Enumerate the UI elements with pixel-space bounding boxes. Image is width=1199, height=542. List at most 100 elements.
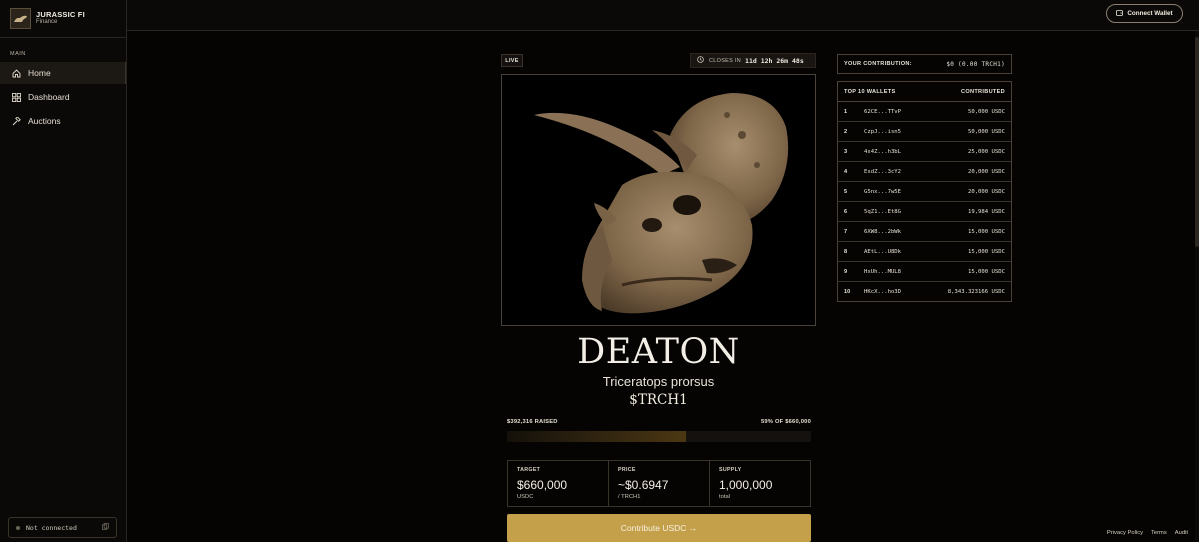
wallet-amount: 19,984 USDC [967,208,1005,215]
copy-icon[interactable] [102,523,109,532]
terms-link[interactable]: Terms [1151,530,1167,536]
species-name: Triceratops prorsus [602,374,715,389]
wallet-address: HxUh...MUL8 [864,268,902,275]
footer-links: Privacy Policy Terms Audit [1107,530,1188,536]
auction-stats: TARGET $660,000 USDC PRICE ~$0.6947 / TR… [507,460,811,507]
sidebar: JURASSIC FI Finance MAIN Home Dashboard … [0,0,127,542]
progress-percent: 59% OF $660,000 [760,419,811,425]
table-row: 7 6XW8...2bWk 15,000 USDC [838,222,1011,242]
wallet-address: 5qZ1...Et8G [864,208,902,215]
stat-value: ~$0.6947 [618,478,669,492]
stat-price: PRICE ~$0.6947 / TRCH1 [609,461,710,506]
wallet-amount: 20,000 USDC [967,188,1005,195]
stat-supply: SUPPLY 1,000,000 total [710,461,810,506]
dashboard-icon [11,92,21,102]
wallet-address: G5nx...7w5E [864,188,902,195]
wallet-amount: 20,000 USDC [967,168,1005,175]
table-row: 6 5qZ1...Et8G 19,984 USDC [838,202,1011,222]
privacy-policy-link[interactable]: Privacy Policy [1107,530,1143,536]
stat-label: SUPPLY [719,467,742,473]
token-ticker: $TRCH1 [629,392,688,408]
wallet-address: EsdZ...3cY2 [864,168,902,175]
wallet-amount: 50,000 USDC [967,108,1005,115]
sidebar-item-auctions[interactable]: Auctions [0,110,126,132]
triceratops-skull-image [534,93,789,314]
stat-unit: / TRCH1 [618,494,641,500]
raise-info: $392,316 RAISED 59% OF $660,000 [507,419,811,425]
sidebar-item-label: Dashboard [28,92,70,102]
connect-wallet-label: Connect Wallet [1127,10,1173,17]
wallet-amount: 15,000 USDC [967,248,1005,255]
wallet-rank: 1 [844,108,848,115]
home-icon [11,68,21,78]
wallet-amount: 50,000 USDC [967,128,1005,135]
wallet-address: 62CE...TTvP [864,108,902,115]
stat-value: $660,000 [517,478,568,492]
stat-value: 1,000,000 [719,478,773,492]
wallet-amount: 15,000 USDC [967,228,1005,235]
wallet-amount: 8,343.323166 USDC [947,289,1005,295]
wallet-amount: 25,000 USDC [967,148,1005,155]
wallet-amount: 15,000 USDC [967,268,1005,275]
wallet-rank: 9 [844,268,848,275]
contribute-button[interactable]: Contribute USDC → [507,514,811,542]
table-header: TOP 10 WALLETS CONTRIBUTED [838,82,1011,102]
auctions-icon [11,116,21,126]
wallet-rank: 3 [844,148,848,155]
table-row: 3 4s4Z...h3bL 25,000 USDC [838,142,1011,162]
table-row: 2 CzpJ...isn5 50,000 USDC [838,122,1011,142]
sidebar-nav: Home Dashboard Auctions [0,62,126,134]
countdown: CLOSES IN 11d 12h 26m 48s [690,53,816,68]
brand-name: JURASSIC FI [36,10,85,20]
stat-target: TARGET $660,000 USDC [508,461,609,506]
wallet-address: AEtL...U8Dk [864,248,902,255]
sidebar-item-label: Auctions [28,116,61,126]
countdown-time: 11d 12h 26m 48s [745,56,804,65]
stat-unit: total [719,494,730,500]
top-wallets-table: TOP 10 WALLETS CONTRIBUTED 1 62CE...TTvP 5… [837,81,1012,302]
contributed-header-label: CONTRIBUTED [960,88,1005,95]
wallet-rank: 7 [844,228,848,235]
fossil-image [501,74,816,326]
wallet-rank: 8 [844,248,848,255]
raised-amount: $392,316 RAISED [507,419,558,425]
table-row: 1 62CE...TTvP 50,000 USDC [838,102,1011,122]
audit-link[interactable]: Audit [1175,530,1188,536]
raise-progress-bar [507,431,811,442]
table-row: 5 G5nx...7w5E 20,000 USDC [838,182,1011,202]
clock-icon [697,56,704,65]
auction-title: DEATON [577,332,740,372]
wallet-address: 6XW8...2bWk [864,228,902,235]
your-contribution-label: YOUR CONTRIBUTION: [844,61,912,67]
wallets-header-label: TOP 10 WALLETS [844,88,896,95]
your-contribution: YOUR CONTRIBUTION: $0 (0.00 TRCH1) [837,54,1012,74]
sidebar-section-label: MAIN [10,51,26,57]
table-row: 9 HxUh...MUL8 15,000 USDC [838,262,1011,282]
status-dot-icon [16,525,20,530]
stat-unit: USDC [517,494,534,500]
brand-subtitle: Finance [36,19,58,26]
app-root: JURASSIC FI Finance MAIN Home Dashboard … [0,0,1199,542]
wallet-rows: 1 62CE...TTvP 50,000 USDC 2 CzpJ...isn5 50,00… [838,102,1011,302]
brand[interactable]: JURASSIC FI Finance [0,0,126,38]
table-row: 4 EsdZ...3cY2 20,000 USDC [838,162,1011,182]
table-row: 8 AEtL...U8Dk 15,000 USDC [838,242,1011,262]
stat-label: PRICE [618,467,636,473]
wallet-rank: 10 [844,289,851,295]
wallet-status[interactable]: Not connected [8,517,117,538]
sidebar-item-home[interactable]: Home [0,62,126,84]
connect-wallet-button[interactable]: Connect Wallet [1106,4,1183,23]
wallet-address: 4s4Z...h3bL [864,148,902,155]
page-scrollbar[interactable] [1195,31,1199,542]
live-badge: LIVE [501,54,523,67]
wallet-rank: 4 [844,168,848,175]
wallet-rank: 5 [844,188,848,195]
scrollbar-thumb[interactable] [1195,37,1199,247]
sidebar-item-dashboard[interactable]: Dashboard [0,86,126,108]
sidebar-item-label: Home [28,68,51,78]
progress-fill [507,431,687,442]
topbar: Connect Wallet [127,0,1199,31]
brand-logo-icon [10,8,31,29]
your-contribution-value: $0 (0.00 TRCH1) [946,60,1005,68]
wallet-rank: 6 [844,208,848,215]
